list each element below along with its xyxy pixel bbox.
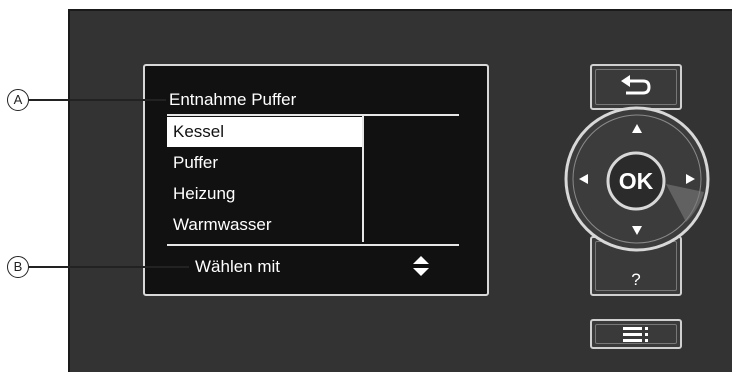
device-illustration: Entnahme Puffer Kessel Puffer Heizung Wa… [0, 0, 732, 372]
menu-item-puffer[interactable]: Puffer [167, 147, 363, 178]
navigation-dial: OK [564, 106, 710, 252]
menu-button[interactable] [590, 319, 682, 349]
callout-b-leader [29, 266, 189, 268]
menu-icon [623, 327, 648, 342]
back-button[interactable] [590, 64, 682, 110]
menu-item-heizung[interactable]: Heizung [167, 178, 363, 209]
callout-a-leader [29, 99, 166, 101]
ok-label: OK [619, 168, 654, 194]
up-down-arrows-icon [413, 256, 429, 276]
menu-item-kessel[interactable]: Kessel [167, 117, 363, 147]
display-screen: Entnahme Puffer Kessel Puffer Heizung Wa… [143, 64, 489, 296]
footer-divider [167, 244, 459, 246]
callout-a: A [7, 89, 29, 111]
back-arrow-icon [621, 75, 651, 95]
callout-b: B [7, 256, 29, 278]
menu-list: Kessel Puffer Heizung Warmwasser [167, 117, 363, 240]
hint-text: Wählen mit [195, 257, 281, 276]
menu-scroll-divider [362, 116, 364, 242]
menu-item-warmwasser[interactable]: Warmwasser [167, 209, 363, 240]
title-divider [167, 114, 459, 116]
help-label: ? [631, 270, 641, 289]
screen-title: Entnahme Puffer [169, 90, 297, 109]
